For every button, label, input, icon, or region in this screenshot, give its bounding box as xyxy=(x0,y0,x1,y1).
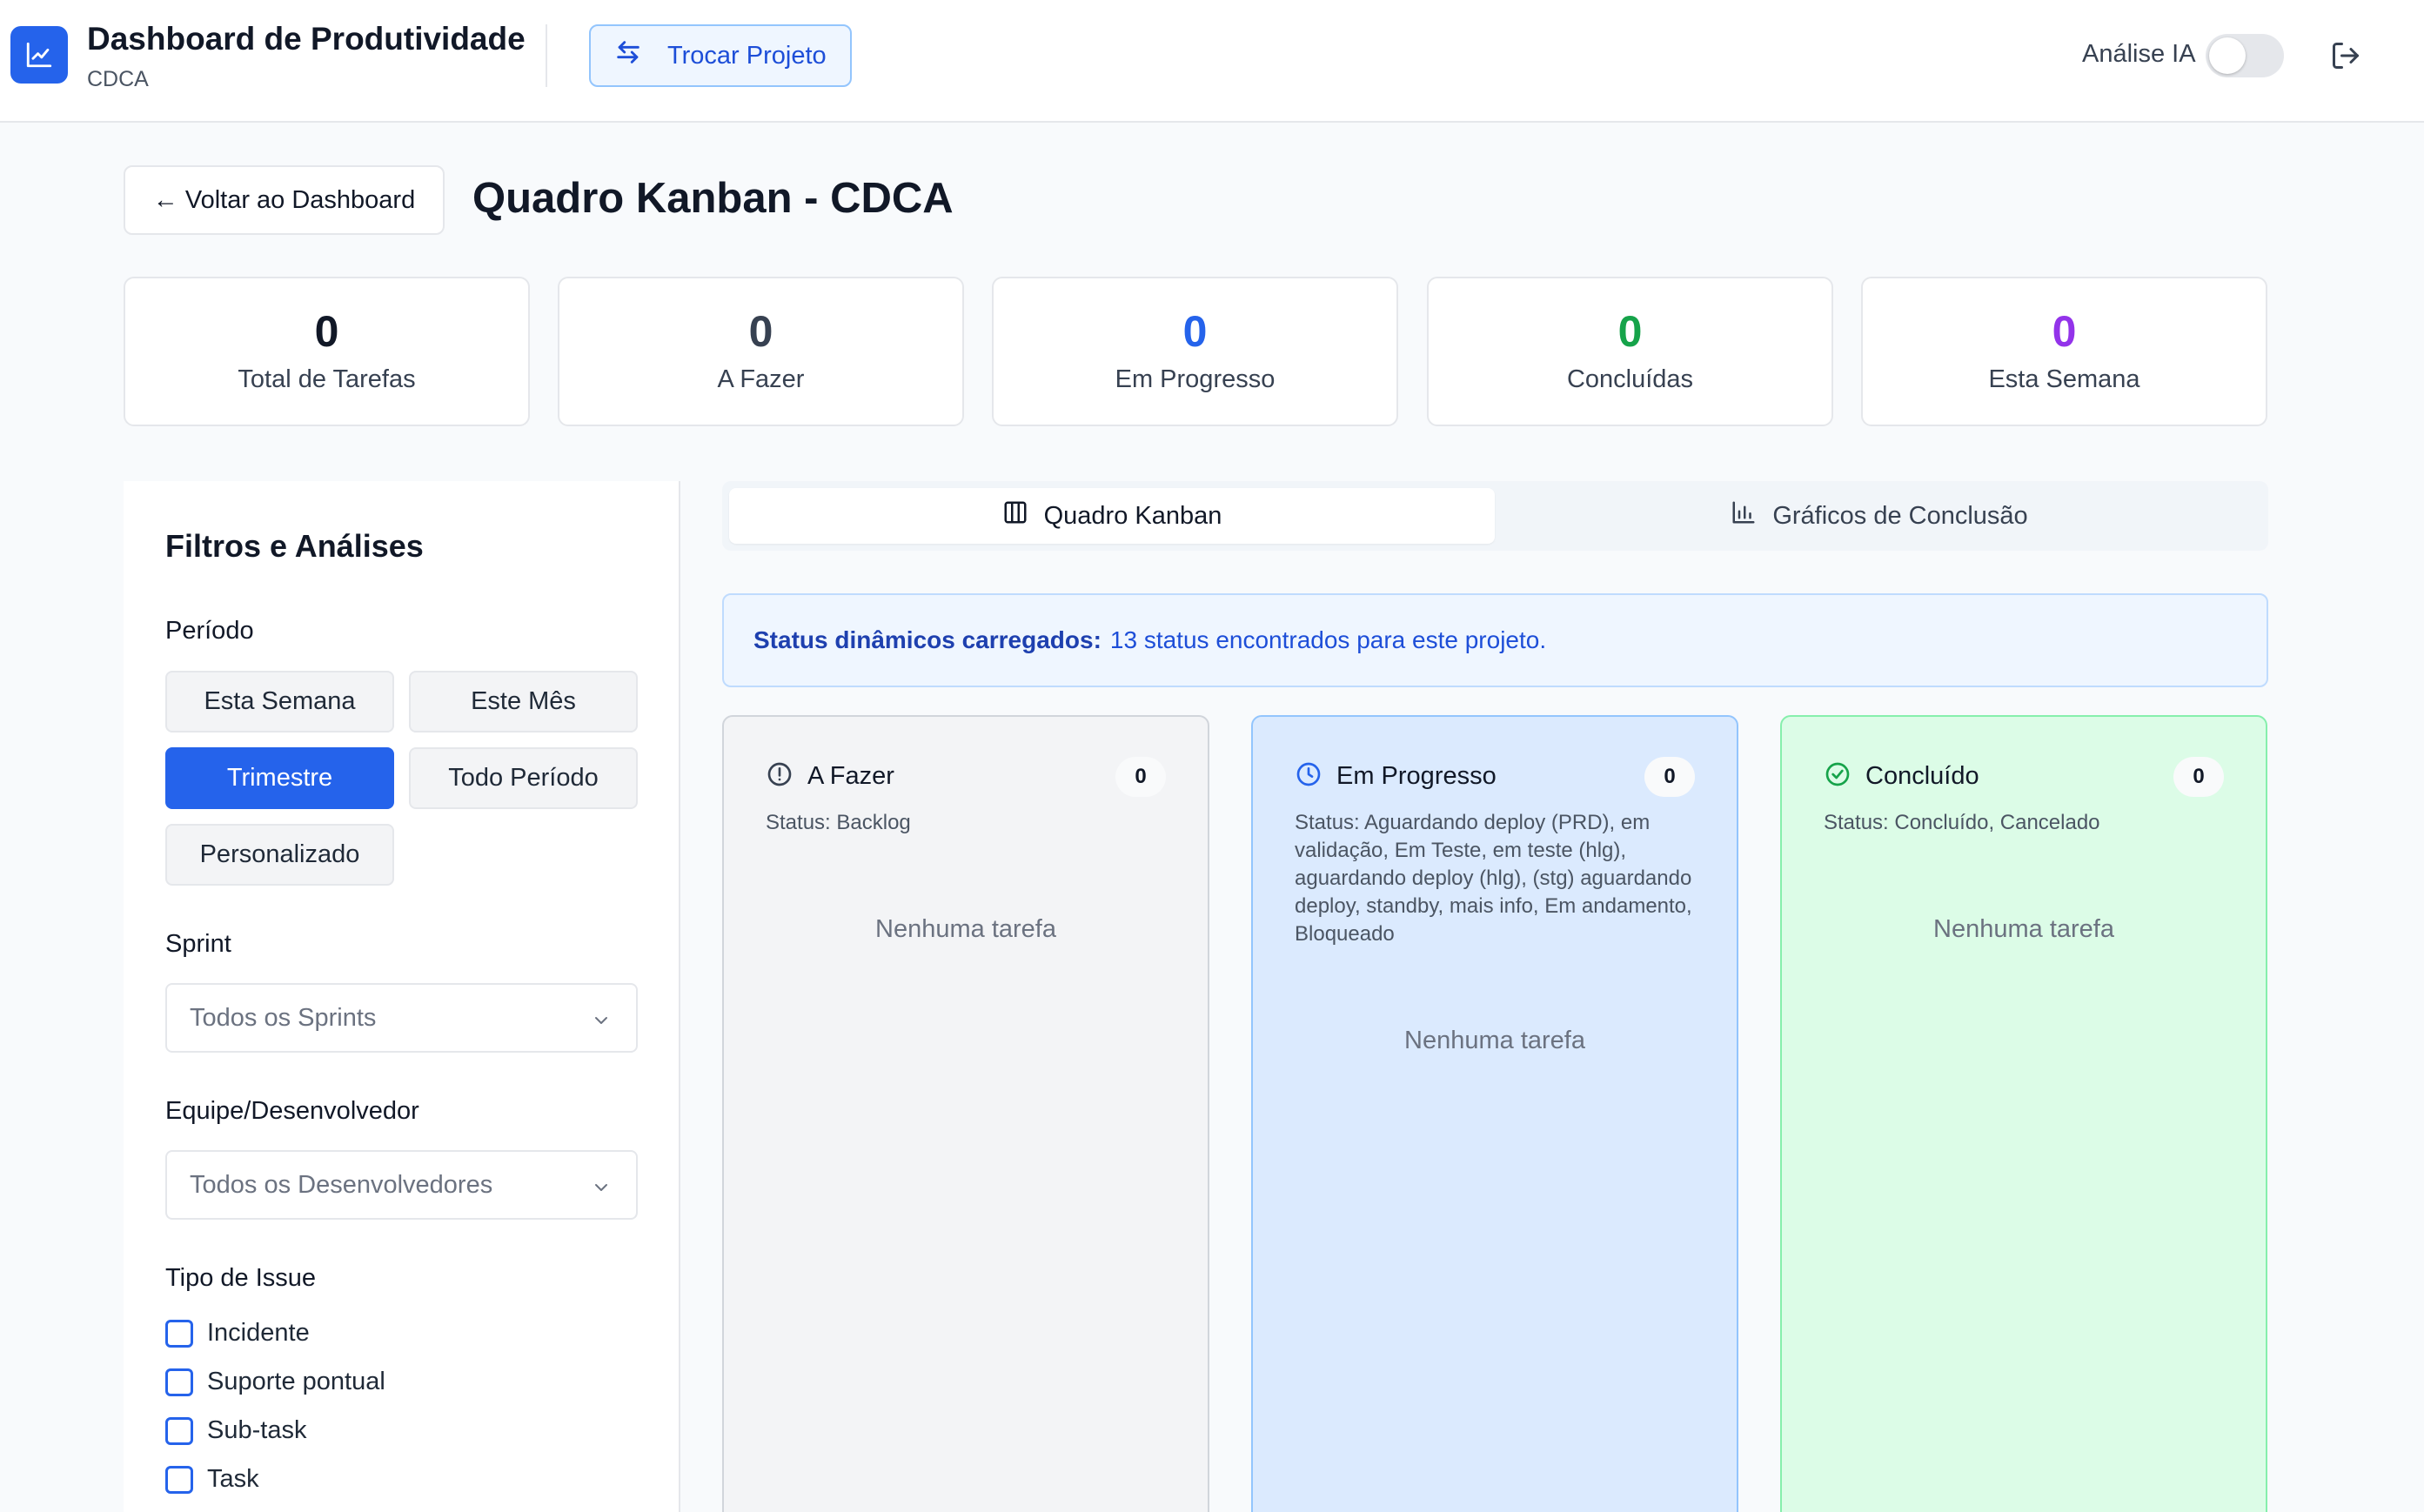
filters-title: Filtros e Análises xyxy=(165,528,424,564)
issue-type-task[interactable]: Task xyxy=(165,1465,259,1494)
checkbox-label: Incidente xyxy=(207,1319,310,1347)
stat-value: 0 xyxy=(1182,307,1208,356)
period-custom-button[interactable]: Personalizado xyxy=(165,824,394,886)
columns-icon xyxy=(1002,499,1028,532)
switch-project-button[interactable]: Trocar Projeto xyxy=(589,24,852,87)
tab-label: Quadro Kanban xyxy=(1043,501,1222,530)
bar-chart-icon xyxy=(1731,499,1757,532)
column-status-list: Status: Aguardando deploy (PRD), em vali… xyxy=(1295,811,1692,946)
checkbox[interactable] xyxy=(165,1465,193,1494)
alert-circle-icon xyxy=(766,760,793,793)
clock-icon xyxy=(1295,760,1322,793)
period-this-week-button[interactable]: Esta Semana xyxy=(165,671,394,733)
chevron-down-icon xyxy=(591,1176,612,1205)
kanban-column-in-progress: Em Progresso 0 Status: Aguardando deploy… xyxy=(1251,715,1738,1512)
stat-label: Esta Semana xyxy=(1988,365,2140,393)
project-name: CDCA xyxy=(87,67,149,91)
issue-type-suporte[interactable]: Suporte pontual xyxy=(165,1368,385,1396)
checkbox-label: Suporte pontual xyxy=(207,1368,385,1395)
empty-state: Nenhuma tarefa xyxy=(1404,1027,1585,1054)
tab-kanban[interactable]: Quadro Kanban xyxy=(729,488,1495,544)
tab-label: Gráficos de Conclusão xyxy=(1772,501,2028,530)
header-divider xyxy=(546,24,547,87)
issue-type-label: Tipo de Issue xyxy=(165,1264,317,1292)
filters-panel: Filtros e Análises Período Esta Semana E… xyxy=(124,481,680,1512)
period-all-time-button[interactable]: Todo Período xyxy=(409,747,638,809)
ai-analysis-label: Análise IA xyxy=(2082,40,2196,68)
stat-value: 0 xyxy=(314,307,339,356)
kanban-column-done: Concluído 0 Status: Concluído, Cancelado… xyxy=(1780,715,2267,1512)
checkbox[interactable] xyxy=(165,1416,193,1445)
column-title: A Fazer xyxy=(807,762,894,790)
sprint-label: Sprint xyxy=(165,930,231,958)
stat-card-done: 0 Concluídas xyxy=(1427,277,1833,426)
page-title: Quadro Kanban - CDCA xyxy=(472,175,954,222)
checkbox-label: Task xyxy=(207,1465,259,1493)
stat-label: A Fazer xyxy=(717,365,805,393)
check-circle-icon xyxy=(1824,760,1851,793)
stat-card-todo: 0 A Fazer xyxy=(558,277,964,426)
stat-label: Total de Tarefas xyxy=(238,365,416,393)
tab-completion-charts[interactable]: Gráficos de Conclusão xyxy=(1497,488,2262,544)
stat-card-this-week: 0 Esta Semana xyxy=(1861,277,2267,426)
issue-type-incidente[interactable]: Incidente xyxy=(165,1319,310,1348)
view-tabs: Quadro Kanban Gráficos de Conclusão xyxy=(722,481,2268,551)
column-count-badge: 0 xyxy=(1644,757,1695,797)
checkbox[interactable] xyxy=(165,1319,193,1348)
app-title: Dashboard de Produtividade xyxy=(87,21,526,57)
swap-arrows-icon xyxy=(613,37,643,74)
sprint-select-value: Todos os Sprints xyxy=(190,1003,377,1032)
column-status-list: Status: Concluído, Cancelado xyxy=(1824,811,2100,834)
chevron-down-icon xyxy=(591,1009,612,1038)
issue-type-subtask[interactable]: Sub-task xyxy=(165,1416,306,1445)
sprint-select[interactable]: Todos os Sprints xyxy=(165,983,638,1053)
period-quarter-button[interactable]: Trimestre xyxy=(165,747,394,809)
ai-analysis-toggle[interactable] xyxy=(2206,34,2284,77)
column-count-badge: 0 xyxy=(2173,757,2224,797)
kanban-column-todo: A Fazer 0 Status: Backlog Nenhuma tarefa xyxy=(722,715,1209,1512)
status-info-banner: Status dinâmicos carregados: 13 status e… xyxy=(722,593,2268,687)
empty-state: Nenhuma tarefa xyxy=(875,915,1056,943)
column-title: Concluído xyxy=(1865,762,1979,790)
column-status-list: Status: Backlog xyxy=(766,811,911,834)
banner-bold-text: Status dinâmicos carregados: xyxy=(753,626,1102,653)
checkbox[interactable] xyxy=(165,1368,193,1396)
period-this-month-button[interactable]: Este Mês xyxy=(409,671,638,733)
stat-value: 0 xyxy=(1617,307,1643,356)
logout-icon[interactable] xyxy=(2330,40,2361,71)
stat-value: 0 xyxy=(748,307,773,356)
team-label: Equipe/Desenvolvedor xyxy=(165,1097,419,1125)
top-header: Dashboard de Produtividade CDCA Trocar P… xyxy=(0,0,2424,123)
stat-label: Concluídas xyxy=(1566,365,1694,393)
empty-state: Nenhuma tarefa xyxy=(1933,915,2114,943)
column-count-badge: 0 xyxy=(1115,757,1166,797)
column-title: Em Progresso xyxy=(1336,762,1497,790)
stat-value: 0 xyxy=(2052,307,2077,356)
toggle-knob xyxy=(2209,37,2246,74)
developer-select[interactable]: Todos os Desenvolvedores xyxy=(165,1150,638,1220)
chart-line-icon[interactable] xyxy=(10,26,68,84)
stat-card-total: 0 Total de Tarefas xyxy=(124,277,530,426)
developer-select-value: Todos os Desenvolvedores xyxy=(190,1170,493,1199)
banner-text: 13 status encontrados para este projeto. xyxy=(1109,626,1547,653)
period-label: Período xyxy=(165,617,254,645)
switch-project-label: Trocar Projeto xyxy=(667,41,827,70)
back-to-dashboard-button[interactable]: ← Voltar ao Dashboard xyxy=(124,165,445,235)
stat-card-in-progress: 0 Em Progresso xyxy=(992,277,1398,426)
stat-label: Em Progresso xyxy=(1115,365,1276,393)
checkbox-label: Sub-task xyxy=(207,1416,307,1444)
